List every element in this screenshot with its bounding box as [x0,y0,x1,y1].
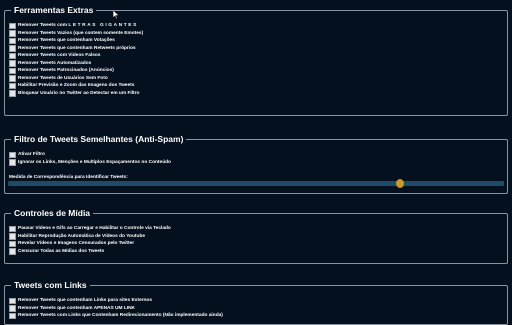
option-label: Ativar Filtro [18,152,45,158]
option-redirecionamento[interactable]: Remover Tweets com Links que Contenham R… [9,312,223,320]
checkbox[interactable] [9,151,16,158]
option-ignorar-links[interactable]: Ignorar os Links, Menções e Multiplos Es… [9,159,171,167]
checkbox[interactable] [9,52,16,59]
option-retweets-proprios[interactable]: Remover Tweets que contenham Retweets pr… [9,45,143,53]
option-previsao-zoom[interactable]: Habilitar Previsão e Zoom das Imagens do… [9,82,143,90]
option-label: Pausar Videos e Gifs ao Carregar e Habil… [18,226,171,232]
checkbox[interactable] [9,22,16,29]
checkbox[interactable] [9,240,16,247]
option-videos-falsos[interactable]: Remover Tweets com Videos Falsos [9,52,143,60]
option-label: Remover Tweets com Videos Falsos [18,53,101,59]
option-pausar-videos[interactable]: Pausar Videos e Gifs ao Carregar e Habil… [9,225,171,233]
option-label: Remover Tweets que contenham Links para … [18,298,153,304]
option-label: Remover Tweets que contenham Votações [18,38,115,44]
option-automatizados[interactable]: Remover Tweets Automatizados [9,60,143,68]
checkbox[interactable] [9,30,16,37]
option-label: Habilitar Previsão e Zoom das Imagens do… [18,83,135,89]
option-label: Habilitar Reprodução Automática de Vídeo… [18,233,146,239]
option-bloquear-usuario[interactable]: Bloquear Usuário no Twitter ao Detectar … [9,90,143,98]
section-title: Controles de Mídia [11,207,94,219]
checkbox[interactable] [9,75,16,82]
option-label: Revelar Vídeos e Imagens Censurados pelo… [18,241,135,247]
checkbox[interactable] [9,312,16,319]
checkbox[interactable] [9,159,16,166]
option-reproducao-youtube[interactable]: Habilitar Reprodução Automática de Vídeo… [9,233,171,241]
checkbox[interactable] [9,60,16,67]
options-list: Pausar Videos e Gifs ao Carregar e Habil… [9,225,171,255]
section-antispam: Filtro de Tweets Semelhantes (Anti-Spam)… [4,133,508,194]
section-title: Filtro de Tweets Semelhantes (Anti-Spam) [11,133,187,145]
option-label: Remover Tweets de Usuários Sem Foto [18,75,108,81]
option-usuarios-sem-foto[interactable]: Remover Tweets de Usuários Sem Foto [9,75,143,83]
option-label: Remover Tweets com [18,23,67,29]
section-title: Tweets com Links [11,279,90,291]
options-list: Remover Tweets que contenham Links para … [9,297,223,320]
checkbox[interactable] [9,225,16,232]
similarity-slider[interactable] [8,179,504,188]
checkbox[interactable] [9,248,16,255]
option-label: Remover Tweets Patrocinados (Anúncios) [18,68,114,74]
option-label: Remover Tweets que contenham Retweets pr… [18,45,136,51]
checkbox[interactable] [9,305,16,312]
option-label: Remover Tweets com Links que Contenham R… [18,313,223,319]
option-label: Bloquear Usuário no Twitter ao Detectar … [18,90,140,96]
slider-label: Medida de Correspondência para Identific… [9,175,128,180]
option-label: Ignorar os Links, Menções e Multiplos Es… [18,159,171,165]
option-revelar-censurados[interactable]: Revelar Vídeos e Imagens Censurados pelo… [9,240,171,248]
option-label: Censurar Todas as Mídias dos Tweets [18,248,105,254]
options-list: Ativar Filtro Ignorar os Links, Menções … [9,151,171,166]
option-links-externos[interactable]: Remover Tweets que contenham Links para … [9,297,223,305]
checkbox[interactable] [9,45,16,52]
checkbox[interactable] [9,233,16,240]
option-votacoes[interactable]: Remover Tweets que contenham Votações [9,37,143,45]
option-label: Remover Tweets Automatizados [18,60,92,66]
option-label: Remover Tweets Vazios (que contem soment… [18,30,144,36]
section-title: Ferramentas Extras [11,4,97,16]
option-ativar-filtro[interactable]: Ativar Filtro [9,151,171,159]
option-apenas-um-link[interactable]: Remover Tweets que contenham APENAS UM L… [9,305,223,313]
checkbox[interactable] [9,67,16,74]
option-censurar-midias[interactable]: Censurar Todas as Mídias dos Tweets [9,248,171,256]
option-tweets-vazios[interactable]: Remover Tweets Vazios (que contem soment… [9,30,143,38]
option-label: Remover Tweets que contenham APENAS UM L… [18,305,136,311]
option-label-suffix: LETRAS GIGANTES [68,23,138,29]
section-extras: Ferramentas Extras Remover Tweets com LE… [4,4,508,116]
checkbox[interactable] [9,82,16,89]
slider-thumb[interactable] [395,179,404,188]
section-media: Controles de Mídia Pausar Videos e Gifs … [4,207,508,264]
section-links: Tweets com Links Remover Tweets que cont… [4,279,508,325]
checkbox[interactable] [9,297,16,304]
checkbox[interactable] [9,90,16,97]
checkbox[interactable] [9,37,16,44]
options-list: Remover Tweets com LETRAS GIGANTES Remov… [9,22,143,97]
option-letras-gigantes[interactable]: Remover Tweets com LETRAS GIGANTES [9,22,143,30]
option-patrocinados[interactable]: Remover Tweets Patrocinados (Anúncios) [9,67,143,75]
